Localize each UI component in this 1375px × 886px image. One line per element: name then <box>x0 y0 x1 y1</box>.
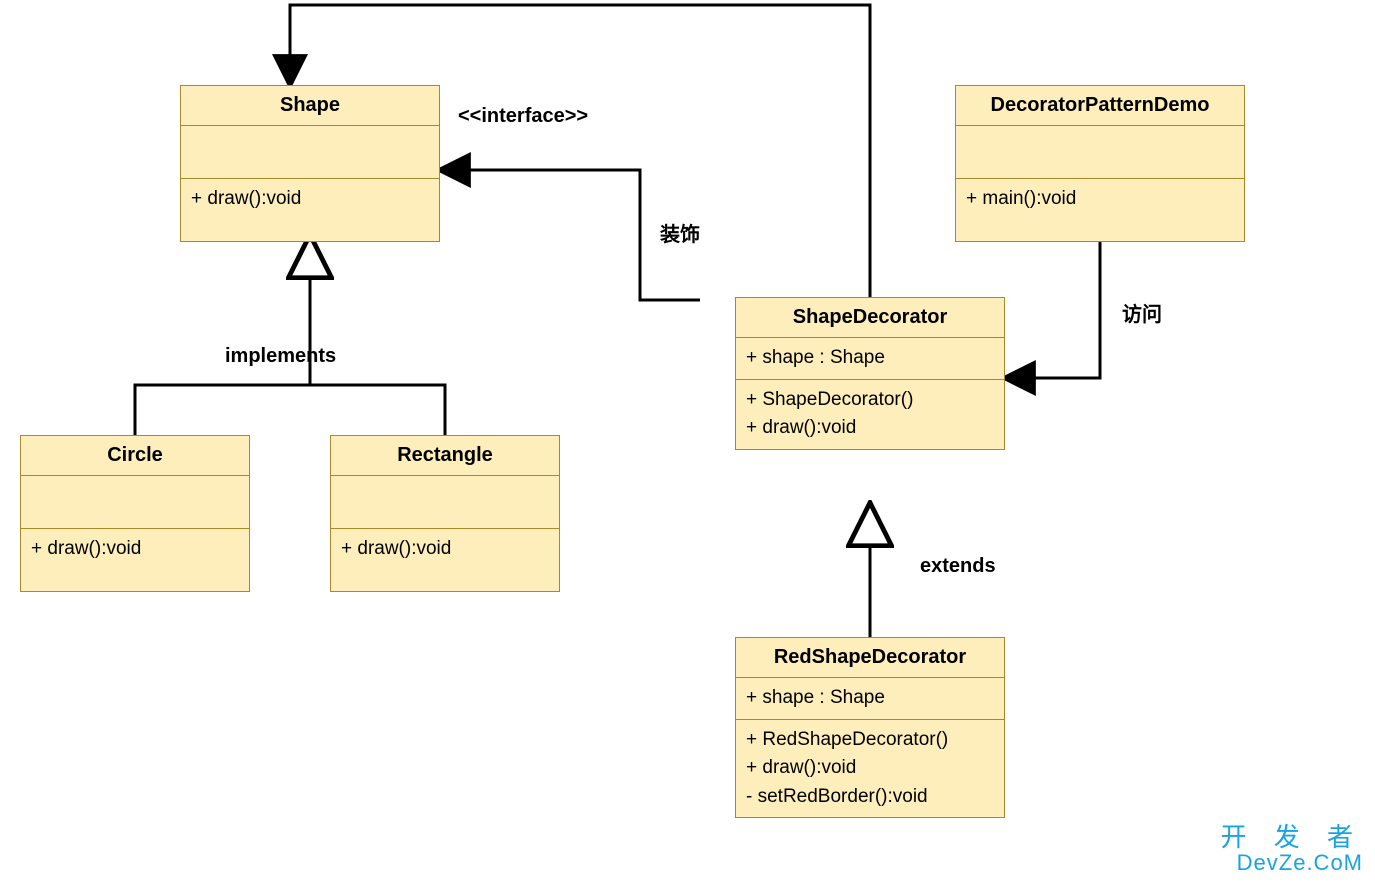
class-red-shape-decorator: RedShapeDecorator + shape : Shape + RedS… <box>735 637 1005 818</box>
class-ops: + draw():void <box>331 529 559 591</box>
class-title: Rectangle <box>331 436 559 476</box>
class-title: DecoratorPatternDemo <box>956 86 1244 126</box>
class-attrs: + shape : Shape <box>736 338 1004 380</box>
class-ops: + draw():void <box>21 529 249 591</box>
class-ops: + ShapeDecorator() + draw():void <box>736 380 1004 449</box>
class-title: Shape <box>181 86 439 126</box>
op-row: + RedShapeDecorator() <box>746 726 994 755</box>
class-shape: Shape + draw():void <box>180 85 440 242</box>
watermark: 开 发 者 DevZe.CoM <box>1221 824 1363 874</box>
label-extends: extends <box>920 555 996 578</box>
class-attrs <box>181 126 439 179</box>
class-attrs <box>331 476 559 529</box>
class-ops: + main():void <box>956 179 1244 241</box>
class-shape-decorator: ShapeDecorator + shape : Shape + ShapeDe… <box>735 297 1005 450</box>
class-attrs <box>21 476 249 529</box>
class-title: RedShapeDecorator <box>736 638 1004 678</box>
class-decorator-pattern-demo: DecoratorPatternDemo + main():void <box>955 85 1245 242</box>
watermark-cn: 开 发 者 <box>1221 824 1363 851</box>
interface-stereotype: <<interface>> <box>458 105 588 128</box>
op-row: - setRedBorder():void <box>746 783 994 812</box>
op-row: + ShapeDecorator() <box>746 386 994 415</box>
class-ops: + draw():void <box>181 179 439 241</box>
op-row: + draw():void <box>746 414 994 443</box>
class-title: Circle <box>21 436 249 476</box>
class-attrs <box>956 126 1244 179</box>
class-title: ShapeDecorator <box>736 298 1004 338</box>
label-implements: implements <box>225 345 336 368</box>
label-access: 访问 <box>1122 298 1162 327</box>
class-rectangle: Rectangle + draw():void <box>330 435 560 592</box>
watermark-en: DevZe.CoM <box>1221 851 1363 874</box>
class-circle: Circle + draw():void <box>20 435 250 592</box>
op-row: + draw():void <box>746 754 994 783</box>
class-ops: + RedShapeDecorator() + draw():void - se… <box>736 720 1004 818</box>
label-decorate: 装饰 <box>660 218 700 247</box>
class-attrs: + shape : Shape <box>736 678 1004 720</box>
